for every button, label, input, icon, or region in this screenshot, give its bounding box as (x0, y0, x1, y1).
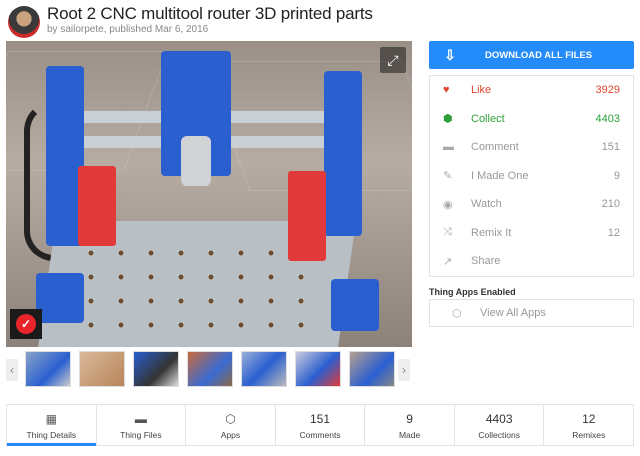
comment-count: 151 (601, 141, 620, 154)
comment-icon: ▬ (443, 141, 454, 154)
remix-badge[interactable]: ✓ (10, 309, 42, 339)
tab-count: 4403 (485, 411, 513, 426)
view-all-apps-button[interactable]: ⬡ View All Apps (429, 299, 634, 327)
made-count: 9 (613, 169, 620, 182)
cube-icon: ⬡ (225, 411, 236, 426)
expand-icon[interactable]: ⤢ (380, 47, 406, 73)
tab-thing-details[interactable]: ▦ Thing Details (7, 405, 97, 446)
watch-count: 210 (601, 198, 620, 211)
action-label: Like (471, 84, 492, 97)
byline[interactable]: by sailorpete, published Mar 6, 2016 (47, 24, 208, 35)
avatar[interactable] (8, 6, 40, 38)
tab-count: 151 (310, 411, 331, 426)
tab-label: Apps (220, 429, 241, 440)
tab-label: Comments (299, 429, 341, 440)
thumbnail[interactable] (79, 351, 125, 387)
heart-icon: ♥ (443, 84, 450, 97)
bed-holes (76, 241, 316, 341)
collect-button[interactable]: ⬢ Collect 4403 (430, 105, 633, 134)
comment-button[interactable]: ▬ Comment 151 (430, 133, 633, 162)
page-title: Root 2 CNC multitool router 3D printed p… (47, 4, 373, 23)
thumbnail[interactable] (295, 351, 341, 387)
download-icon: ⇩ (444, 46, 456, 63)
tab-label: Thing Files (120, 429, 162, 440)
spindle (181, 136, 211, 186)
share-button[interactable]: ↗ Share (430, 247, 633, 276)
view-all-apps-label: View All Apps (480, 307, 546, 319)
thumbnail[interactable] (133, 351, 179, 387)
remix-check-icon: ✓ (16, 314, 36, 334)
action-label: Remix It (471, 226, 512, 239)
collect-count: 4403 (595, 112, 620, 125)
action-label: Collect (471, 112, 505, 125)
tab-apps[interactable]: ⬡ Apps (186, 405, 276, 445)
thumb-prev-button[interactable]: ‹ (6, 359, 18, 381)
thing-tabs: ▦ Thing Details ▬ Thing Files ⬡ Apps 151… (6, 404, 634, 446)
page-header: Root 2 CNC multitool router 3D printed p… (0, 0, 640, 40)
action-label: Watch (471, 198, 502, 211)
cube-icon: ⬡ (452, 307, 462, 320)
like-button[interactable]: ♥ Like 3929 (430, 76, 633, 105)
right-red-bracket (288, 171, 326, 261)
download-all-button[interactable]: ⇩ DOWNLOAD ALL FILES (429, 41, 634, 69)
tab-comments[interactable]: 151 Comments (276, 405, 366, 445)
remix-button[interactable]: ⤨ Remix It 12 (430, 219, 633, 248)
shuffle-icon: ⤨ (443, 226, 452, 239)
tab-made[interactable]: 9 Made (365, 405, 455, 445)
main-photo[interactable] (6, 41, 412, 347)
tab-label: Thing Details (26, 429, 77, 440)
tab-label: Remixes (572, 429, 606, 440)
tab-thing-files[interactable]: ▬ Thing Files (97, 405, 187, 445)
thumbnail[interactable] (187, 351, 233, 387)
left-foot (36, 273, 84, 323)
tab-label: Collections (478, 429, 520, 440)
tab-collections[interactable]: 4403 Collections (455, 405, 545, 445)
collect-cube-icon: ⬢ (443, 113, 453, 126)
thumbnail[interactable] (25, 351, 71, 387)
apps-section-title: Thing Apps Enabled (429, 287, 516, 297)
edit-icon: ✎ (443, 170, 453, 183)
thumbnail[interactable] (241, 351, 287, 387)
eye-icon: ◉ (443, 198, 453, 211)
share-icon: ↗ (443, 255, 453, 268)
right-upright (324, 71, 362, 236)
thumbnail-strip: ‹ › (6, 351, 412, 389)
download-label: DOWNLOAD ALL FILES (485, 49, 593, 61)
tab-label: Made (398, 429, 421, 440)
left-red-bracket (78, 166, 116, 246)
action-label: Comment (471, 141, 519, 154)
action-label: Share (471, 255, 501, 268)
thumbnail[interactable] (349, 351, 395, 387)
thumb-next-button[interactable]: › (398, 359, 410, 381)
tab-count: 12 (582, 411, 596, 426)
tab-count: 9 (406, 411, 413, 426)
sidebar: ⇩ DOWNLOAD ALL FILES ♥ Like 3929 ⬢ Colle… (429, 41, 634, 277)
action-list: ♥ Like 3929 ⬢ Collect 4403 ▬ Comment 151… (429, 75, 634, 277)
right-foot (331, 279, 379, 331)
like-count: 3929 (595, 84, 620, 97)
made-one-button[interactable]: ✎ I Made One 9 (430, 162, 633, 191)
tab-remixes[interactable]: 12 Remixes (544, 405, 633, 445)
remix-count: 12 (607, 226, 620, 239)
details-icon: ▦ (45, 411, 57, 426)
watch-button[interactable]: ◉ Watch 210 (430, 190, 633, 219)
folder-icon: ▬ (134, 411, 147, 426)
action-label: I Made One (471, 169, 529, 182)
